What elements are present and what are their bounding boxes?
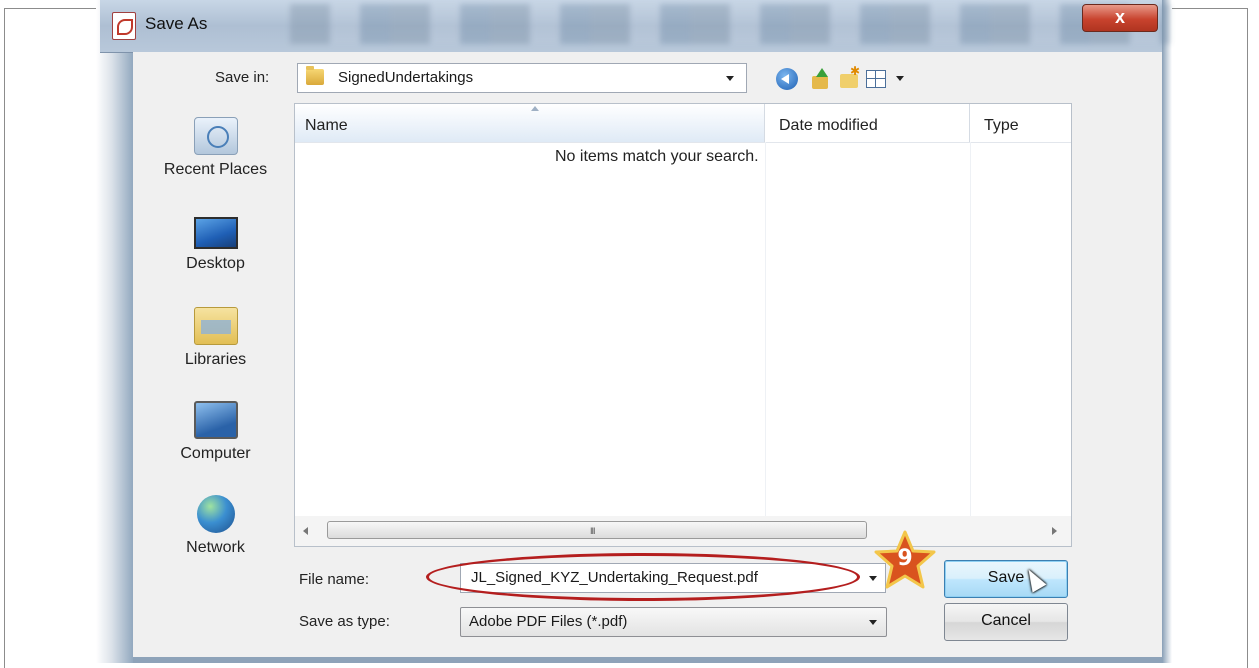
column-divider	[765, 142, 766, 516]
save-as-type-value: Adobe PDF Files (*.pdf)	[469, 613, 628, 630]
recent-places-icon	[193, 117, 238, 155]
highlight-ellipse	[426, 553, 860, 601]
save-in-dropdown[interactable]: SignedUndertakings	[297, 63, 747, 93]
pdf-app-icon	[112, 12, 136, 40]
place-network[interactable]: Network	[143, 495, 288, 557]
step-number: 9	[897, 546, 913, 571]
folder-icon	[306, 66, 324, 85]
chevron-down-icon	[869, 620, 877, 625]
place-label: Computer	[180, 445, 251, 462]
up-one-level-icon[interactable]	[810, 68, 832, 90]
cancel-button[interactable]: Cancel	[944, 603, 1068, 641]
views-chevron-down-icon[interactable]	[896, 76, 904, 81]
network-icon	[196, 495, 235, 533]
step-badge: 9	[874, 530, 936, 590]
place-desktop[interactable]: Desktop	[143, 213, 288, 273]
back-arrow-icon[interactable]	[776, 68, 798, 90]
scrollbar-grip: III	[590, 526, 595, 536]
place-label: Network	[186, 539, 245, 556]
window-title: Save As	[145, 14, 208, 33]
computer-icon	[193, 401, 238, 439]
save-as-type-dropdown[interactable]: Adobe PDF Files (*.pdf)	[460, 607, 887, 637]
place-label: Recent Places	[163, 161, 268, 178]
save-in-label: Save in:	[215, 69, 270, 86]
desktop-icon	[193, 217, 238, 249]
blurred-background-window	[290, 4, 1170, 44]
desktop-background-bottom	[133, 657, 1162, 663]
scroll-left-icon[interactable]	[303, 527, 308, 535]
place-libraries[interactable]: Libraries	[143, 307, 288, 369]
close-icon: x	[1114, 7, 1125, 27]
file-name-label: File name:	[299, 571, 370, 588]
column-header-row: Name Date modified Type	[295, 104, 1071, 143]
libraries-icon	[193, 307, 238, 345]
desktop-background-left	[96, 0, 134, 663]
empty-list-message: No items match your search.	[555, 148, 759, 165]
column-header-date-modified[interactable]: Date modified	[765, 104, 970, 142]
scrollbar-thumb[interactable]: III	[327, 521, 867, 539]
close-button[interactable]: x	[1082, 4, 1158, 32]
sort-arrow-icon	[531, 106, 539, 111]
save-in-value: SignedUndertakings	[338, 69, 474, 86]
places-bar: Recent Places Desktop Libraries Computer…	[143, 103, 288, 573]
scroll-right-icon[interactable]	[1052, 527, 1057, 535]
place-label: Libraries	[184, 351, 247, 368]
horizontal-scrollbar[interactable]: III	[295, 516, 1071, 546]
place-label: Desktop	[186, 255, 245, 272]
title-bar	[100, 0, 1170, 53]
save-as-type-label: Save as type:	[299, 613, 390, 630]
file-list[interactable]: Name Date modified Type No items match y…	[294, 103, 1072, 547]
column-header-name[interactable]: Name	[295, 104, 765, 142]
column-header-type[interactable]: Type	[970, 104, 1071, 142]
place-recent-places[interactable]: Recent Places	[143, 117, 288, 179]
views-menu-icon[interactable]	[866, 70, 886, 88]
column-divider	[970, 142, 971, 516]
new-folder-icon[interactable]	[838, 64, 860, 90]
save-button[interactable]: Save	[944, 560, 1068, 598]
chevron-down-icon	[726, 76, 734, 81]
place-computer[interactable]: Computer	[143, 401, 288, 463]
